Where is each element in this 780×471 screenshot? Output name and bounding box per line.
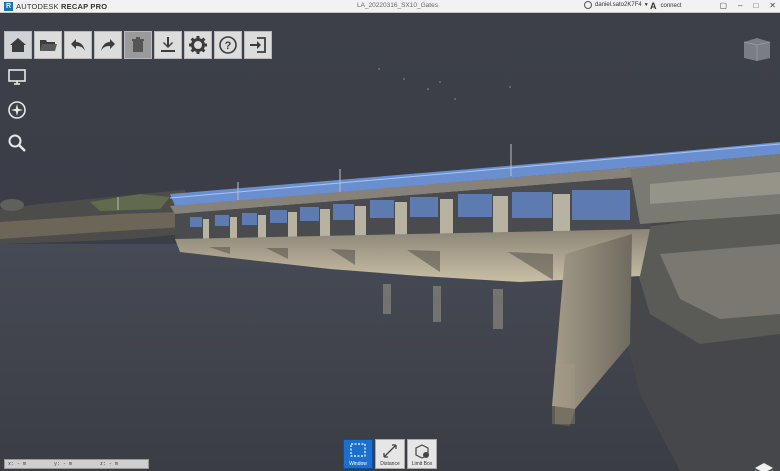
trash-icon (132, 37, 144, 52)
user-name: daniel.sato2K7F4 (595, 2, 642, 8)
point-cloud-viewport[interactable]: ? (0, 14, 780, 471)
exit-icon (250, 37, 266, 53)
search-icon (8, 134, 26, 152)
window-select-icon (350, 443, 366, 457)
distance-button[interactable]: Distance (375, 439, 405, 469)
maximize-icon[interactable]: □ (753, 1, 758, 10)
home-icon (10, 38, 26, 52)
brand-prefix: AUTODESK (16, 1, 59, 11)
window-select-button[interactable]: Window (343, 439, 373, 469)
side-toolbar (6, 66, 28, 154)
navigation-button[interactable] (6, 99, 28, 121)
compass-icon (8, 101, 26, 119)
redo-button[interactable] (94, 31, 122, 59)
display-settings-button[interactable] (6, 66, 28, 88)
folder-icon (40, 40, 57, 51)
main-toolbar: ? (4, 31, 272, 59)
settings-button[interactable] (184, 31, 212, 59)
gear-icon (189, 36, 207, 54)
coordinates-readout: x: - m y: - m z: - m (4, 459, 149, 469)
layers-icon[interactable] (754, 461, 774, 471)
chevron-down-icon: ▼ (643, 2, 649, 8)
zoom-button[interactable] (6, 132, 28, 154)
undo-icon (71, 39, 85, 51)
home-button[interactable] (4, 31, 32, 59)
user-menu[interactable]: daniel.sato2K7F4 ▼ (584, 1, 649, 9)
redo-icon (101, 39, 115, 51)
autodesk-logo-icon: R (4, 1, 13, 11)
connect-button[interactable]: A connect (650, 1, 682, 11)
title-bar: R AUTODESK RECAP PRO LA_20220316_SX10_Ga… (0, 0, 780, 13)
chat-icon[interactable]: ▢ (719, 1, 727, 10)
x-coordinate: x: - m (8, 461, 27, 467)
app-name: AUTODESK RECAP PRO (16, 2, 107, 11)
z-coordinate: z: - m (100, 461, 119, 467)
limit-box-button[interactable]: Limit Box (407, 439, 437, 469)
connect-label: connect (660, 3, 682, 9)
viewcube-icon[interactable] (742, 36, 772, 62)
open-project-button[interactable] (34, 31, 62, 59)
svg-text:?: ? (225, 40, 232, 52)
monitor-icon (8, 69, 26, 85)
help-button[interactable]: ? (214, 31, 242, 59)
close-icon[interactable]: ✕ (769, 1, 776, 10)
minimize-icon[interactable]: – (738, 1, 742, 10)
limit-box-icon (415, 444, 429, 459)
document-title: LA_20220316_SX10_Gates (357, 2, 438, 9)
distance-label: Distance (380, 461, 400, 467)
distance-icon (383, 444, 397, 458)
limit-box-label: Limit Box (411, 461, 433, 467)
y-coordinate: y: - m (54, 461, 73, 467)
delete-button[interactable] (124, 31, 152, 59)
brand-product: RECAP PRO (61, 1, 108, 11)
autodesk-a-icon: A (650, 1, 657, 11)
export-button[interactable] (154, 31, 182, 59)
window-select-label: Window (349, 461, 367, 467)
undo-button[interactable] (64, 31, 92, 59)
exit-button[interactable] (244, 31, 272, 59)
help-icon: ? (219, 36, 237, 54)
point-cloud-scene (0, 68, 780, 471)
app-brand: R AUTODESK RECAP PRO (4, 1, 107, 11)
window-controls: ▢ – □ ✕ (719, 1, 776, 10)
user-icon (584, 1, 592, 9)
download-icon (161, 37, 175, 52)
selection-tools: Window Distance Limit Box (343, 439, 437, 469)
